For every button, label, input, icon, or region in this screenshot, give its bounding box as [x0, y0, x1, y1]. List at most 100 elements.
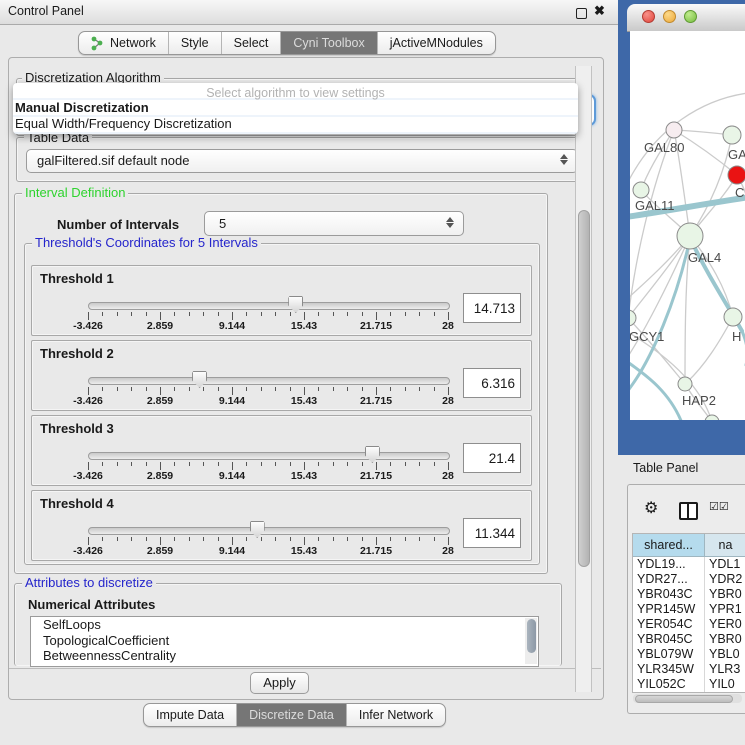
table-row[interactable]: YBL079WYBL0: [633, 647, 745, 662]
attribute-list-item[interactable]: SelfLoops: [31, 617, 538, 633]
numerical-attributes-list[interactable]: SelfLoopsTopologicalCoefficientBetweenne…: [30, 616, 539, 667]
tick-label: -3.426: [73, 395, 103, 407]
cell-shared-name[interactable]: YBR043C: [633, 587, 705, 602]
attribute-list-item[interactable]: BetweennessCentrality: [31, 648, 538, 664]
slider-handle[interactable]: [365, 446, 380, 463]
network-node[interactable]: [633, 182, 649, 198]
close-icon[interactable]: ✖: [594, 3, 605, 19]
threshold-value[interactable]: 11.344: [463, 518, 521, 548]
column-header-shared-name[interactable]: shared...: [633, 534, 705, 556]
close-traffic-icon[interactable]: [642, 10, 655, 23]
slider-handle[interactable]: [192, 371, 207, 388]
table-row[interactable]: YER054CYER0: [633, 617, 745, 632]
cell-shared-name[interactable]: YPR145W: [633, 602, 705, 617]
threshold-slider-track[interactable]: [88, 452, 450, 460]
threshold-value[interactable]: 14.713: [463, 293, 521, 323]
network-edge[interactable]: [641, 130, 674, 190]
number-of-intervals-spinner[interactable]: 5: [204, 211, 464, 236]
threshold-value[interactable]: 21.4: [463, 443, 521, 473]
network-node-label: GCY1: [630, 329, 664, 344]
network-edge[interactable]: [690, 135, 732, 236]
table-row[interactable]: YBR045CYBR0: [633, 632, 745, 647]
tick-mark: [434, 462, 435, 466]
cell-name[interactable]: YLR3: [705, 662, 745, 677]
cell-shared-name[interactable]: YBR045C: [633, 632, 705, 647]
network-node-label: C: [735, 185, 744, 200]
tick-mark: [261, 387, 262, 391]
cell-shared-name[interactable]: YBL079W: [633, 647, 705, 662]
cell-shared-name[interactable]: YER054C: [633, 617, 705, 632]
threshold-slider-track[interactable]: [88, 377, 450, 385]
tick-mark: [419, 537, 420, 541]
slider-handle[interactable]: [288, 296, 303, 313]
column-checkboxes-icon[interactable]: ☑☑: [709, 500, 729, 513]
gear-icon[interactable]: ⚙: [644, 498, 658, 518]
threshold-slider-track[interactable]: [88, 302, 450, 310]
combo-arrows-icon: [560, 154, 568, 165]
table-h-scrollbar[interactable]: [633, 694, 742, 703]
network-icon: [91, 36, 104, 51]
tab-select[interactable]: Select: [221, 32, 281, 54]
network-node[interactable]: [678, 377, 692, 391]
tab-style[interactable]: Style: [168, 32, 221, 54]
zoom-traffic-icon[interactable]: [684, 10, 697, 23]
tick-mark: [333, 462, 334, 466]
cell-name[interactable]: YBR0: [705, 587, 745, 602]
network-node[interactable]: [728, 166, 745, 184]
interval-definition-label: Interval Definition: [22, 186, 128, 200]
network-node[interactable]: [723, 126, 741, 144]
node-table[interactable]: shared... na YDL19...YDL1YDR27...YDR2YBR…: [632, 533, 745, 693]
tab-network[interactable]: Network: [79, 32, 168, 54]
cell-name[interactable]: YBL0: [705, 647, 745, 662]
tab-jactivemnodules[interactable]: jActiveMNodules: [377, 32, 495, 54]
tab-impute-data[interactable]: Impute Data: [144, 704, 236, 726]
panel-scrollbar[interactable]: [575, 66, 592, 692]
tab-infer-network[interactable]: Infer Network: [346, 704, 445, 726]
cell-name[interactable]: YDR2: [705, 572, 745, 587]
tick-mark: [304, 462, 305, 470]
table-row[interactable]: YPR145WYPR1: [633, 602, 745, 617]
table-row[interactable]: YLR345WYLR3: [633, 662, 745, 677]
cell-shared-name[interactable]: YDR27...: [633, 572, 705, 587]
tab-cyni-toolbox[interactable]: Cyni Toolbox: [280, 32, 376, 54]
tick-mark: [419, 387, 420, 391]
cell-name[interactable]: YPR1: [705, 602, 745, 617]
slider-handle[interactable]: [250, 521, 265, 538]
table-row[interactable]: YDR27...YDR2: [633, 572, 745, 587]
column-header-name[interactable]: na: [705, 534, 745, 556]
cell-shared-name[interactable]: YIL052C: [633, 677, 705, 692]
table-row[interactable]: YDL19...YDL1: [633, 557, 745, 572]
table-data-combobox[interactable]: galFiltered.sif default node: [26, 149, 578, 173]
panel-scrollbar-thumb[interactable]: [578, 210, 590, 567]
cell-shared-name[interactable]: YLR345W: [633, 662, 705, 677]
attribute-list-item[interactable]: TopologicalCoefficient: [31, 633, 538, 649]
list-scrollbar[interactable]: [525, 618, 537, 664]
network-node[interactable]: [677, 223, 703, 249]
popup-option-equal-width[interactable]: Equal Width/Frequency Discretization: [15, 116, 232, 131]
threshold-slider-track[interactable]: [88, 527, 450, 535]
list-scrollbar-thumb[interactable]: [527, 619, 536, 653]
network-node[interactable]: [666, 122, 682, 138]
tick-mark: [261, 312, 262, 316]
cell-name[interactable]: YBR0: [705, 632, 745, 647]
network-window-titlebar[interactable]: [627, 4, 745, 32]
cell-name[interactable]: YER0: [705, 617, 745, 632]
network-node[interactable]: [630, 310, 636, 326]
cell-name[interactable]: YIL0: [705, 677, 745, 692]
table-row[interactable]: YIL052CYIL0: [633, 677, 745, 692]
network-node[interactable]: [724, 308, 742, 326]
cell-name[interactable]: YDL1: [705, 557, 745, 572]
minimize-traffic-icon[interactable]: [663, 10, 676, 23]
network-edge[interactable]: [630, 361, 682, 420]
network-canvas[interactable]: GAL80GACGAL11GAL4GCY1HHAP2: [630, 31, 745, 420]
split-columns-icon[interactable]: [679, 502, 698, 520]
float-icon[interactable]: [576, 8, 587, 19]
table-h-scrollbar-thumb[interactable]: [635, 695, 733, 703]
cell-shared-name[interactable]: YDL19...: [633, 557, 705, 572]
table-row[interactable]: YBR043CYBR0: [633, 587, 745, 602]
apply-button[interactable]: Apply: [250, 672, 309, 694]
threshold-value[interactable]: 6.316: [463, 368, 521, 398]
tab-discretize-data[interactable]: Discretize Data: [236, 704, 346, 726]
popup-option-manual[interactable]: Manual Discretization: [15, 100, 149, 115]
network-edge[interactable]: [685, 317, 733, 384]
